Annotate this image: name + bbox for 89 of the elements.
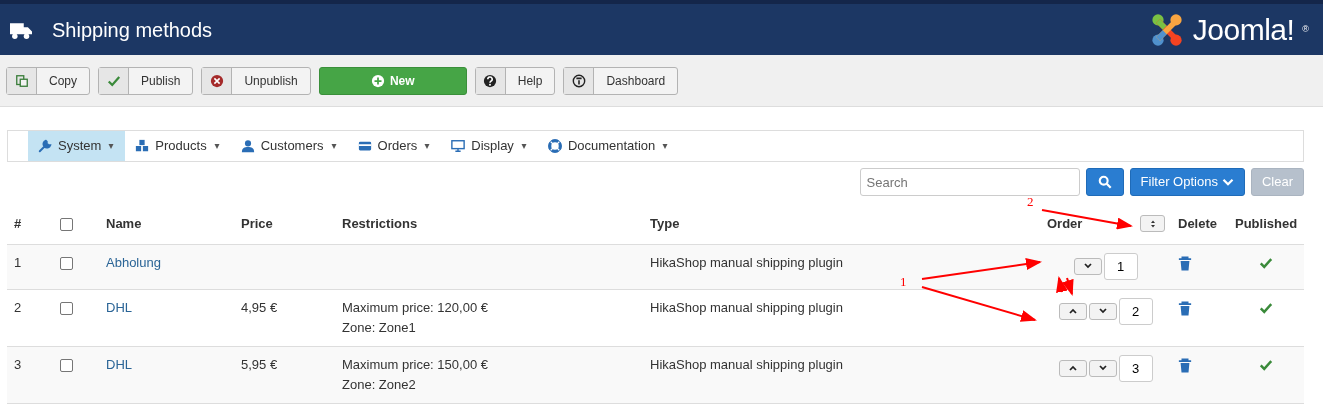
trash-icon (1178, 300, 1192, 316)
row-checkbox[interactable] (60, 358, 73, 372)
annotation-number: 2 (1027, 194, 1034, 209)
cross-icon (209, 74, 224, 88)
filter-options-button[interactable]: Filter Options (1129, 168, 1245, 196)
search-icon (1097, 175, 1112, 189)
monitor-icon (451, 139, 466, 153)
type-cell: HikaShop manual shipping plugin (650, 254, 843, 270)
type-cell: HikaShop manual shipping plugin (650, 299, 843, 315)
toolbar-button[interactable]: Publish (98, 67, 194, 95)
annotation-arrow (1062, 277, 1074, 296)
move-down-button[interactable] (1088, 302, 1117, 320)
column-header: Order (1047, 216, 1083, 231)
move-up-button[interactable] (1058, 302, 1087, 320)
menu-item[interactable]: Customers (230, 131, 348, 161)
search-field[interactable]: Search (859, 168, 1080, 196)
published-check-icon[interactable] (1259, 301, 1273, 316)
restriction-text: Maximum price: 150,00 € (342, 355, 489, 374)
info-icon (571, 74, 586, 88)
toolbar-button[interactable]: Copy (6, 67, 90, 95)
published-check-icon[interactable] (1259, 358, 1273, 373)
column-header: Delete (1178, 216, 1218, 231)
order-field[interactable]: 1 (1103, 252, 1138, 280)
row-checkbox[interactable] (60, 256, 73, 270)
annotation-number: 1 (900, 274, 907, 289)
caret-icon (212, 143, 221, 149)
caret-icon (519, 143, 528, 149)
chevron-up-icon (1067, 307, 1078, 315)
chevron-down-icon (1097, 307, 1108, 315)
chevron-down-icon (1082, 262, 1093, 270)
menu-item[interactable]: System (28, 131, 126, 161)
restriction-text: Zone: Zone2 (342, 375, 417, 394)
order-field[interactable]: 2 (1118, 297, 1153, 325)
menu-item[interactable]: Display (441, 131, 538, 161)
row-number: 3 (14, 356, 22, 372)
menu-item[interactable]: Orders (347, 131, 442, 161)
price-cell: 5,95 € (241, 356, 278, 372)
column-header: # (14, 216, 22, 231)
toolbar-button[interactable]: Unpublish (201, 67, 311, 95)
user-icon (240, 139, 255, 153)
search-button[interactable] (1085, 168, 1124, 196)
registered-mark: ® (1302, 22, 1309, 36)
column-header: Price (241, 216, 273, 231)
column-header: Restrictions (342, 216, 418, 231)
annotation-arrow (1056, 276, 1068, 293)
menu-item[interactable]: Products (125, 131, 231, 161)
chevron-down-icon (1221, 176, 1234, 188)
trash-icon (1178, 357, 1192, 373)
logo-text: Joomla! (1192, 12, 1295, 48)
wrench-icon (38, 139, 52, 153)
chevron-down-icon (1097, 364, 1108, 372)
toolbar-button[interactable]: Dashboard (563, 67, 679, 95)
help-icon (483, 74, 498, 88)
published-check-icon[interactable] (1259, 256, 1273, 271)
restriction-text: Zone: Zone1 (342, 318, 417, 337)
caret-icon (329, 143, 338, 149)
caret-icon (107, 143, 116, 149)
select-all-checkbox[interactable] (60, 218, 73, 232)
name-link[interactable]: Abholung (106, 254, 161, 270)
cubes-icon (135, 139, 150, 153)
name-link[interactable]: DHL (106, 356, 132, 372)
page-title: Shipping methods (52, 17, 213, 43)
move-up-button[interactable] (1058, 359, 1087, 377)
chevron-up-icon (1067, 364, 1078, 372)
order-field[interactable]: 3 (1118, 354, 1153, 382)
price-cell: 4,95 € (241, 299, 278, 315)
move-down-button[interactable] (1073, 257, 1102, 275)
life-ring-icon (547, 139, 562, 153)
name-link[interactable]: DHL (106, 299, 132, 315)
type-cell: HikaShop manual shipping plugin (650, 356, 843, 372)
credit-card-icon (357, 139, 372, 153)
column-header: Type (650, 216, 680, 231)
column-header: Published (1235, 216, 1298, 231)
sort-order-button[interactable] (1140, 215, 1165, 232)
check-icon (106, 74, 121, 88)
sort-icon (1148, 218, 1157, 229)
column-header: Name (106, 216, 142, 231)
move-down-button[interactable] (1088, 359, 1117, 377)
copy-icon (14, 74, 29, 88)
row-number: 2 (14, 299, 22, 315)
caret-icon (423, 143, 432, 149)
row-number: 1 (14, 254, 22, 270)
caret-icon (661, 143, 670, 149)
plus-icon (370, 74, 385, 88)
trash-icon (1178, 255, 1192, 271)
row-checkbox[interactable] (60, 301, 73, 315)
toolbar-button[interactable]: Help (474, 67, 556, 95)
menu-item[interactable]: Documentation (537, 131, 680, 161)
restriction-text: Maximum price: 120,00 € (342, 298, 489, 317)
